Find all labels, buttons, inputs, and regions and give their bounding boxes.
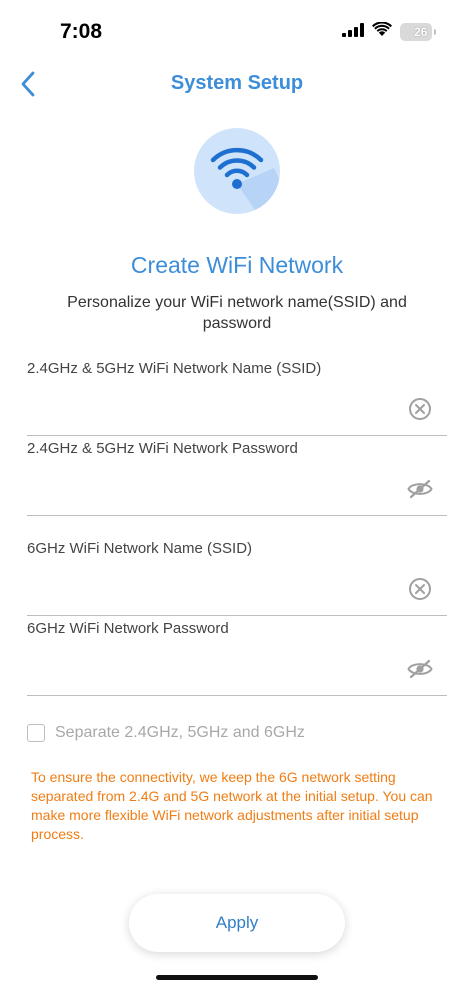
nav-bar: System Setup (0, 60, 474, 108)
separate-bands-checkbox[interactable] (27, 724, 45, 742)
toggle-password-visibility-button[interactable] (407, 476, 433, 502)
signal-icon (342, 22, 364, 42)
eye-off-icon (407, 659, 433, 679)
clear-ssid-button[interactable] (407, 396, 433, 422)
ssid-input[interactable] (27, 392, 397, 426)
connectivity-notice: To ensure the connectivity, we keep the … (31, 769, 433, 842)
separate-bands-row: Separate 2.4GHz, 5GHz and 6GHz (27, 724, 305, 742)
password-6ghz-input[interactable] (27, 652, 397, 686)
password-6ghz-field: 6GHz WiFi Network Password (27, 620, 447, 696)
status-time: 7:08 (60, 20, 103, 43)
ssid-field-label: 2.4GHz & 5GHz WiFi Network Name (SSID) (27, 360, 322, 377)
section-heading: Create WiFi Network (130, 252, 344, 278)
wifi-icon (372, 21, 392, 42)
battery-icon: 26 (400, 23, 432, 41)
password-field-label: 2.4GHz & 5GHz WiFi Network Password (27, 440, 298, 457)
separate-bands-label: Separate 2.4GHz, 5GHz and 6GHz (55, 724, 305, 741)
status-bar: 7:08 26 (0, 0, 474, 60)
page-title: System Setup (170, 72, 304, 94)
status-icons: 26 (342, 21, 436, 42)
ssid-6ghz-field: 6GHz WiFi Network Name (SSID) (27, 540, 447, 616)
ssid-field: 2.4GHz & 5GHz WiFi Network Name (SSID) (27, 360, 447, 436)
password-6ghz-field-label: 6GHz WiFi Network Password (27, 620, 229, 637)
clear-ssid-6ghz-button[interactable] (407, 576, 433, 602)
apply-button[interactable]: Apply (129, 894, 345, 952)
clear-icon (409, 398, 431, 420)
eye-off-icon (407, 479, 433, 499)
ssid-6ghz-field-label: 6GHz WiFi Network Name (SSID) (27, 540, 253, 557)
ssid-6ghz-input[interactable] (27, 572, 397, 606)
battery-level: 26 (414, 25, 428, 39)
section-subheading: Personalize your WiFi network name(SSID)… (67, 294, 407, 332)
clear-icon (409, 578, 431, 600)
home-indicator (156, 975, 318, 980)
hero-wifi-icon (194, 128, 280, 214)
toggle-password-6ghz-visibility-button[interactable] (407, 656, 433, 682)
password-field: 2.4GHz & 5GHz WiFi Network Password (27, 440, 447, 516)
password-input[interactable] (27, 472, 397, 506)
